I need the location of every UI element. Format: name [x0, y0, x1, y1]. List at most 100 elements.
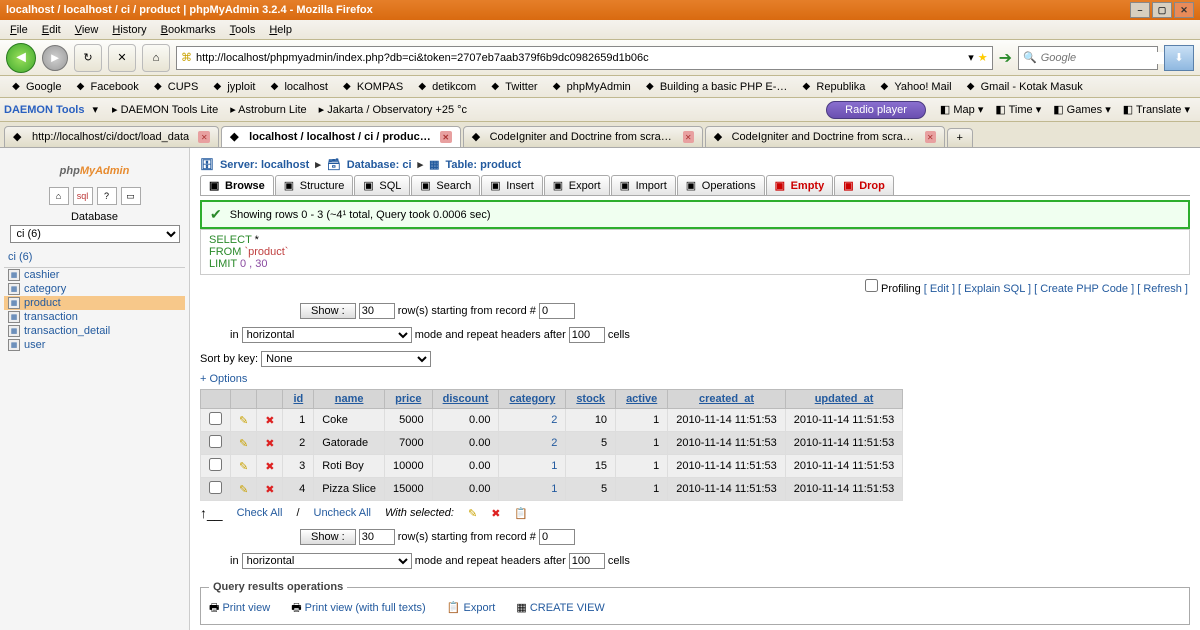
delete-selected-icon[interactable]: ✖: [491, 507, 500, 520]
col-discount[interactable]: discount: [432, 390, 499, 409]
pma-tab-browse[interactable]: ▣Browse: [200, 175, 274, 195]
bookmark-item[interactable]: ◆KOMPAS: [335, 79, 408, 95]
toolbar-item[interactable]: ▸ Jakarta / Observatory +25 °c: [313, 104, 473, 116]
row-checkbox[interactable]: [209, 458, 222, 471]
menu-help[interactable]: Help: [263, 22, 298, 37]
pma-tab-sql[interactable]: ▣SQL: [354, 175, 410, 195]
menu-history[interactable]: History: [106, 22, 152, 37]
print-view-link[interactable]: Print view: [222, 602, 270, 614]
browser-tab[interactable]: ◆CodeIgniter and Doctrine from scratch ……: [463, 126, 703, 147]
start-record-input[interactable]: [539, 303, 575, 319]
pma-tab-drop[interactable]: ▣Drop: [834, 175, 894, 195]
sidebar-table-transaction_detail[interactable]: ▦transaction_detail: [4, 324, 185, 338]
show-button-bottom[interactable]: Show :: [300, 529, 356, 545]
breadcrumb-database[interactable]: Database: ci: [347, 159, 412, 171]
url-input[interactable]: [196, 52, 964, 64]
col-active[interactable]: active: [616, 390, 668, 409]
create-php-link[interactable]: Create PHP Code: [1040, 283, 1128, 295]
pma-tab-insert[interactable]: ▣Insert: [481, 175, 543, 195]
delete-row-icon[interactable]: ✖: [265, 484, 274, 496]
minimize-button[interactable]: –: [1130, 2, 1150, 18]
delete-row-icon[interactable]: ✖: [265, 438, 274, 450]
tab-close-icon[interactable]: ✕: [683, 131, 694, 143]
col-category[interactable]: category: [499, 390, 566, 409]
check-all-link[interactable]: Check All: [237, 507, 283, 519]
bookmark-item[interactable]: ◆detikcom: [410, 79, 481, 95]
toolbar-right-item[interactable]: ◧ Games ▾: [1047, 104, 1116, 116]
go-button[interactable]: ➔: [999, 48, 1012, 68]
search-engine-icon[interactable]: 🔍: [1023, 51, 1037, 64]
bookmark-item[interactable]: ◆Twitter: [483, 79, 542, 95]
current-db-link[interactable]: ci (6): [4, 243, 185, 265]
col-name[interactable]: name: [314, 390, 385, 409]
reload-button[interactable]: ↻: [74, 44, 102, 72]
new-tab-button[interactable]: +: [947, 128, 973, 147]
toolbar-right-item[interactable]: ◧ Map ▾: [934, 104, 989, 116]
row-checkbox[interactable]: [209, 481, 222, 494]
menu-tools[interactable]: Tools: [224, 22, 262, 37]
col-price[interactable]: price: [385, 390, 433, 409]
toolbar-item[interactable]: ▸ DAEMON Tools Lite: [106, 104, 224, 116]
pma-tab-empty[interactable]: ▣Empty: [766, 175, 834, 195]
search-box[interactable]: 🔍: [1018, 46, 1158, 70]
col-updated_at[interactable]: updated_at: [785, 390, 903, 409]
uncheck-all-link[interactable]: Uncheck All: [314, 507, 371, 519]
edit-selected-icon[interactable]: ✎: [468, 507, 477, 520]
repeat-headers-input[interactable]: [569, 327, 605, 343]
bookmark-item[interactable]: ◆Google: [4, 79, 66, 95]
forward-button[interactable]: ►: [42, 45, 68, 71]
sidebar-table-cashier[interactable]: ▦cashier: [4, 268, 185, 282]
edit-row-icon[interactable]: ✎: [239, 461, 248, 473]
menu-edit[interactable]: Edit: [36, 22, 67, 37]
menu-file[interactable]: File: [4, 22, 34, 37]
bookmark-item[interactable]: ◆Gmail - Kotak Masuk: [959, 79, 1088, 95]
menu-bookmarks[interactable]: Bookmarks: [155, 22, 222, 37]
refresh-link[interactable]: Refresh: [1143, 283, 1182, 295]
edit-link[interactable]: Edit: [930, 283, 949, 295]
docs-icon[interactable]: ?: [97, 187, 117, 205]
breadcrumb-table[interactable]: Table: product: [445, 159, 521, 171]
browser-tab[interactable]: ◆http://localhost/ci/doct/load_data✕: [4, 126, 219, 147]
row-checkbox[interactable]: [209, 412, 222, 425]
downloads-button[interactable]: ⬇: [1164, 45, 1194, 71]
rows-input[interactable]: [359, 303, 395, 319]
radio-player-button[interactable]: Radio player: [826, 101, 926, 119]
sort-key-select[interactable]: None: [261, 351, 431, 367]
close-button[interactable]: ✕: [1174, 2, 1194, 18]
profiling-checkbox[interactable]: Profiling: [865, 283, 921, 295]
sidebar-table-category[interactable]: ▦category: [4, 282, 185, 296]
daemon-tools-label[interactable]: DAEMON Tools: [4, 104, 84, 116]
options-toggle[interactable]: + Options: [200, 373, 1190, 385]
sql-icon[interactable]: sql: [73, 187, 93, 205]
sidebar-table-transaction[interactable]: ▦transaction: [4, 310, 185, 324]
edit-row-icon[interactable]: ✎: [239, 438, 248, 450]
tab-close-icon[interactable]: ✕: [440, 131, 452, 143]
breadcrumb-server[interactable]: Server: localhost: [220, 159, 309, 171]
bookmark-item[interactable]: ◆Building a basic PHP E-…: [638, 79, 793, 95]
create-view-link[interactable]: CREATE VIEW: [530, 602, 605, 614]
bookmark-item[interactable]: ◆CUPS: [146, 79, 204, 95]
col-id[interactable]: id: [283, 390, 314, 409]
home-button[interactable]: ⌂: [142, 44, 170, 72]
sidebar-table-user[interactable]: ▦user: [4, 338, 185, 352]
bookmark-star-icon[interactable]: ★: [978, 51, 988, 64]
database-select[interactable]: ci (6): [10, 225, 180, 243]
delete-row-icon[interactable]: ✖: [265, 461, 274, 473]
rows-input-bottom[interactable]: [359, 529, 395, 545]
edit-row-icon[interactable]: ✎: [239, 484, 248, 496]
home-icon[interactable]: ⌂: [49, 187, 69, 205]
search-input[interactable]: [1041, 52, 1184, 64]
pma-tab-search[interactable]: ▣Search: [411, 175, 480, 195]
url-bar[interactable]: ⌘ ▾ ★: [176, 46, 993, 70]
back-button[interactable]: ◄: [6, 43, 36, 73]
bookmark-item[interactable]: ◆phpMyAdmin: [545, 79, 636, 95]
stop-button[interactable]: ✕: [108, 44, 136, 72]
pma-tab-import[interactable]: ▣Import: [611, 175, 676, 195]
sidebar-table-product[interactable]: ▦product: [4, 296, 185, 310]
bookmark-item[interactable]: ◆Yahoo! Mail: [872, 79, 956, 95]
bookmark-item[interactable]: ◆Republika: [794, 79, 870, 95]
tab-close-icon[interactable]: ✕: [198, 131, 210, 143]
browser-tab[interactable]: ◆CodeIgniter and Doctrine from scratch ……: [705, 126, 945, 147]
export-selected-icon[interactable]: 📋: [514, 507, 528, 520]
start-record-input-bottom[interactable]: [539, 529, 575, 545]
